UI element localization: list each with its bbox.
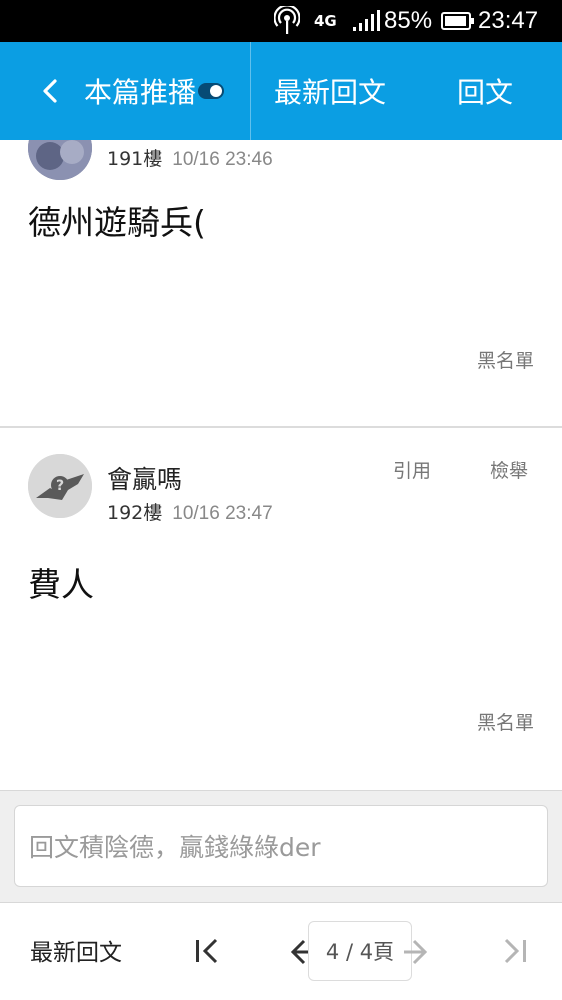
first-page-icon[interactable] — [190, 933, 224, 969]
page-indicator[interactable]: 4 / 4頁 — [308, 921, 412, 981]
avatar[interactable] — [28, 140, 92, 180]
post-body: 德州遊騎兵( — [28, 203, 206, 242]
battery-percent: 85% — [384, 7, 433, 34]
back-button[interactable] — [30, 70, 70, 112]
quote-button[interactable]: 引用 — [393, 456, 431, 483]
push-notify-label[interactable]: 本篇推播 — [84, 42, 196, 140]
svg-text:?: ? — [56, 478, 64, 494]
post-list[interactable]: 191樓 10/16 23:46 德州遊騎兵( 黑名單 ? 會贏嗎 引用 檢舉 1… — [0, 140, 562, 790]
toggle-knob — [210, 85, 222, 97]
report-button[interactable]: 檢舉 — [490, 456, 528, 483]
post-item: ? 會贏嗎 引用 檢舉 192樓 10/16 23:47 費人 黑名單 — [0, 428, 562, 790]
last-page-icon[interactable] — [498, 933, 532, 969]
post-item: 191樓 10/16 23:46 德州遊騎兵( 黑名單 — [0, 140, 562, 426]
reply-button[interactable]: 回文 — [430, 42, 540, 140]
chevron-left-icon — [43, 79, 57, 103]
default-avatar-icon: ? — [28, 454, 92, 518]
header-divider — [250, 42, 251, 140]
post-body: 費人 — [28, 565, 94, 604]
latest-replies-button[interactable]: 最新回文 — [252, 42, 408, 140]
signal-icon — [352, 0, 380, 42]
post-time: 10/16 23:46 — [172, 149, 273, 170]
floor-number: 192樓 — [107, 502, 163, 524]
blacklist-button[interactable]: 黑名單 — [477, 346, 534, 373]
push-notify-toggle[interactable] — [198, 83, 224, 99]
status-bar: 4G 85% 23:47 — [0, 0, 562, 42]
blacklist-button[interactable]: 黑名單 — [477, 708, 534, 735]
next-page-icon[interactable] — [404, 935, 430, 969]
post-meta: 192樓 10/16 23:47 — [107, 498, 273, 525]
reply-composer: 回文積陰德，贏錢綠綠der — [0, 790, 562, 902]
post-time: 10/16 23:47 — [172, 503, 273, 524]
network-type: 4G — [314, 12, 337, 30]
clock: 23:47 — [478, 7, 539, 34]
floor-number: 191樓 — [107, 148, 163, 170]
app-header: 本篇推播 最新回文 回文 — [0, 42, 562, 140]
hotspot-icon — [272, 0, 302, 42]
post-author[interactable]: 會贏嗎 — [107, 460, 182, 496]
battery-icon — [441, 0, 475, 42]
reply-input[interactable]: 回文積陰德，贏錢綠綠der — [14, 805, 548, 887]
pagination-bar: 最新回文 4 / 4頁 — [0, 902, 562, 1000]
avatar[interactable]: ? — [28, 454, 92, 518]
post-meta: 191樓 10/16 23:46 — [107, 144, 273, 171]
latest-replies-link[interactable]: 最新回文 — [30, 933, 122, 967]
